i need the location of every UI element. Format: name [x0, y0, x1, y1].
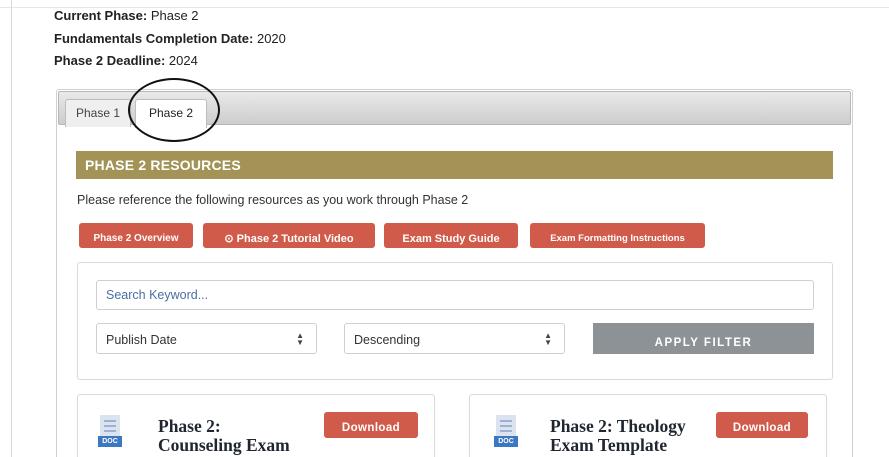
phase-2-tutorial-video-button[interactable]: ⊙ Phase 2 Tutorial Video: [203, 223, 375, 248]
order-value: Descending: [354, 333, 421, 347]
tab-bar: Phase 1 Phase 2: [58, 91, 851, 128]
exam-study-guide-button[interactable]: Exam Study Guide: [384, 223, 518, 248]
apply-filter-button[interactable]: APPLY FILTER: [593, 323, 814, 354]
card-title-line-1: Phase 2:: [158, 416, 221, 436]
select-arrows-icon: ▲ ▼: [296, 331, 304, 347]
tab-phase-2[interactable]: Phase 2: [135, 99, 207, 128]
current-phase-line: Current Phase: Phase 2: [54, 8, 199, 23]
card-title-line-1: Phase 2: Theology: [550, 416, 686, 436]
sort-by-select[interactable]: Publish Date ▲ ▼: [96, 323, 317, 354]
sort-by-value: Publish Date: [106, 333, 177, 347]
card-title[interactable]: Phase 2: Counseling Exam: [158, 417, 328, 455]
completion-date-label: Fundamentals Completion Date:: [54, 31, 254, 46]
download-button[interactable]: Download: [716, 412, 808, 438]
resource-card: DOC Phase 2: Theology Exam Template Down…: [469, 394, 827, 457]
current-phase-label: Current Phase:: [54, 8, 148, 23]
tab-phase-1[interactable]: Phase 1: [65, 99, 131, 127]
phase-2-overview-button[interactable]: Phase 2 Overview: [79, 223, 193, 248]
deadline-line: Phase 2 Deadline: 2024: [54, 53, 198, 68]
deadline-label: Phase 2 Deadline:: [54, 53, 166, 68]
card-title[interactable]: Phase 2: Theology Exam Template: [550, 417, 720, 455]
current-phase-value: Phase 2: [147, 8, 199, 23]
resource-card: DOC Phase 2: Counseling Exam Download: [77, 394, 435, 457]
left-divider: [11, 0, 12, 457]
deadline-value: 2024: [165, 53, 198, 68]
doc-file-icon: DOC: [494, 415, 518, 449]
select-arrows-icon: ▲ ▼: [544, 331, 552, 347]
card-title-line-2: Counseling Exam: [158, 435, 290, 455]
doc-file-icon: DOC: [98, 415, 122, 449]
completion-date-line: Fundamentals Completion Date: 2020: [54, 31, 286, 46]
card-title-line-2: Exam Template: [550, 435, 668, 455]
search-input[interactable]: [96, 280, 814, 310]
completion-date-value: 2020: [253, 31, 286, 46]
order-select[interactable]: Descending ▲ ▼: [344, 323, 565, 354]
exam-formatting-instructions-button[interactable]: Exam Formatting Instructions: [530, 223, 705, 248]
file-type-label: DOC: [494, 436, 518, 447]
resources-banner: PHASE 2 RESOURCES: [76, 151, 833, 179]
download-button[interactable]: Download: [324, 412, 418, 438]
file-type-label: DOC: [98, 436, 122, 447]
resources-intro-text: Please reference the following resources…: [77, 193, 469, 207]
